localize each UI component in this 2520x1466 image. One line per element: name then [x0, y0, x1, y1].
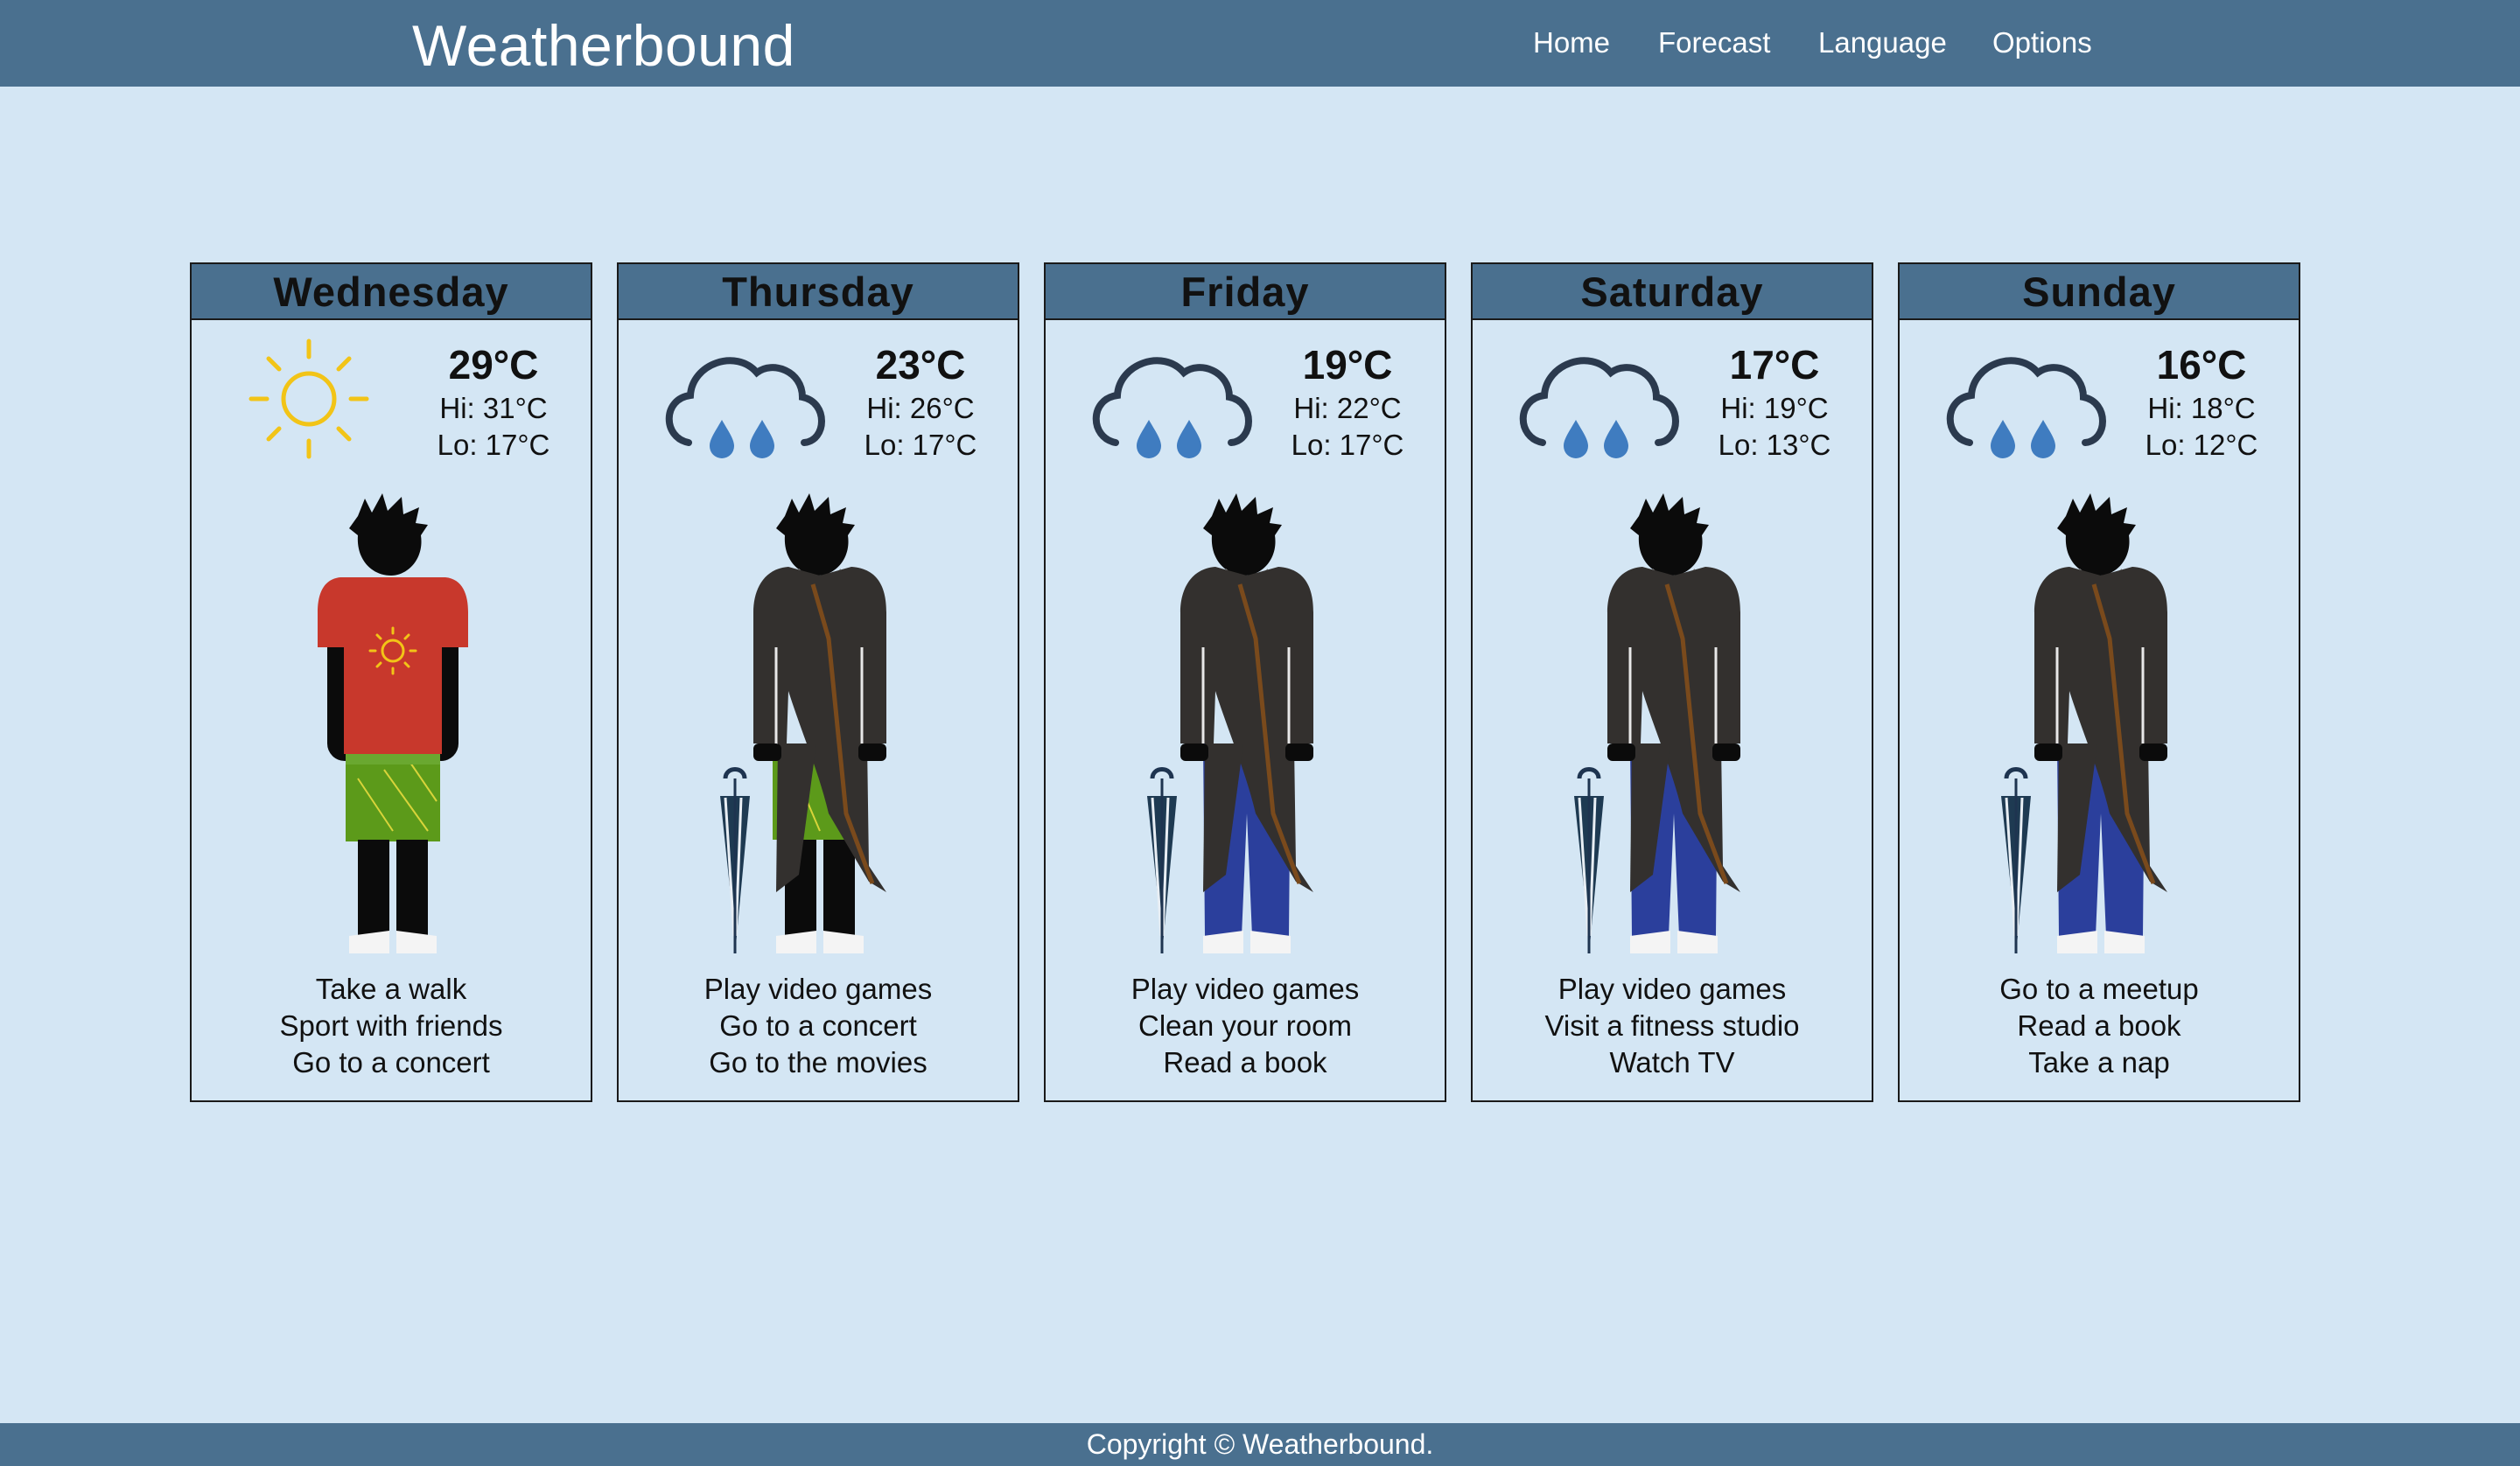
- nav-forecast-link[interactable]: Forecast: [1658, 26, 1770, 59]
- activity-item: Take a nap: [2028, 1046, 2170, 1079]
- day-name: Wednesday: [192, 264, 591, 320]
- day-name: Thursday: [619, 264, 1018, 320]
- rain-cloud-icon: [1938, 334, 2113, 474]
- low-temp: Lo: 17°C: [1291, 429, 1404, 461]
- activity-item: Play video games: [1130, 973, 1360, 1005]
- activity-item: Read a book: [2017, 1009, 2181, 1042]
- sun-icon: [230, 334, 405, 474]
- high-temp: Hi: 26°C: [866, 392, 975, 424]
- outfit-figure-icon: [1569, 481, 1779, 962]
- activity-item: Play video games: [704, 973, 933, 1005]
- top-navbar: Weatherbound Home Forecast Language Opti…: [0, 0, 2520, 87]
- high-temp: Hi: 19°C: [1720, 392, 1829, 424]
- outfit-figure-icon: [1996, 481, 2206, 962]
- rain-cloud-icon: [1084, 334, 1259, 474]
- high-temp: Hi: 18°C: [2147, 392, 2256, 424]
- activity-item: Read a book: [1163, 1046, 1327, 1079]
- activity-item: Take a walk: [315, 973, 467, 1005]
- day-name: Friday: [1046, 264, 1445, 320]
- current-temp: 16°C: [2156, 342, 2247, 387]
- current-temp: 29°C: [448, 342, 539, 387]
- outfit-figure-icon: [1142, 481, 1352, 962]
- high-temp: Hi: 31°C: [439, 392, 548, 424]
- activity-item: Sport with friends: [279, 1009, 503, 1042]
- current-temp: 19°C: [1302, 342, 1393, 387]
- activity-item: Go to a meetup: [1999, 973, 2199, 1005]
- activity-item: Go to a concert: [292, 1046, 490, 1079]
- low-temp: Lo: 12°C: [2145, 429, 2258, 461]
- activity-item: Go to the movies: [709, 1046, 928, 1079]
- activity-item: Clean your room: [1138, 1009, 1352, 1042]
- activity-list: Play video games Visit a fitness studio …: [1473, 971, 1872, 1081]
- nav-language-link[interactable]: Language: [1818, 26, 1947, 59]
- activity-item: Watch TV: [1609, 1046, 1735, 1079]
- activity-item: Go to a concert: [719, 1009, 917, 1042]
- brand-logo[interactable]: Weatherbound: [412, 12, 795, 79]
- day-card-wednesday[interactable]: Wednesday 29°C Hi: 31°C Lo: 17°C Take a …: [190, 262, 592, 1102]
- day-card-sunday[interactable]: Sunday 16°C Hi: 18°C Lo: 12°C Go to a me…: [1898, 262, 2300, 1102]
- outfit-figure-icon: [715, 481, 925, 962]
- low-temp: Lo: 17°C: [437, 429, 550, 461]
- low-temp: Lo: 17°C: [864, 429, 977, 461]
- rain-cloud-icon: [1511, 334, 1686, 474]
- rain-cloud-icon: [657, 334, 832, 474]
- high-temp: Hi: 22°C: [1293, 392, 1402, 424]
- current-temp: 23°C: [875, 342, 966, 387]
- activity-item: Visit a fitness studio: [1544, 1009, 1800, 1042]
- day-name: Sunday: [1900, 264, 2299, 320]
- outfit-figure-icon: [288, 481, 498, 962]
- day-card-saturday[interactable]: Saturday 17°C Hi: 19°C Lo: 13°C Play vid…: [1471, 262, 1873, 1102]
- footer-copyright: Copyright © Weatherbound.: [0, 1423, 2520, 1466]
- low-temp: Lo: 13°C: [1718, 429, 1831, 461]
- day-card-friday[interactable]: Friday 19°C Hi: 22°C Lo: 17°C Play video…: [1044, 262, 1446, 1102]
- current-temp: 17°C: [1729, 342, 1820, 387]
- nav-options-link[interactable]: Options: [1992, 26, 2092, 59]
- day-card-thursday[interactable]: Thursday 23°C Hi: 26°C Lo: 17°C Play vid…: [617, 262, 1019, 1102]
- activity-list: Take a walk Sport with friends Go to a c…: [192, 971, 591, 1081]
- activity-item: Play video games: [1558, 973, 1787, 1005]
- activity-list: Play video games Clean your room Read a …: [1046, 971, 1445, 1081]
- activity-list: Play video games Go to a concert Go to t…: [619, 971, 1018, 1081]
- activity-list: Go to a meetup Read a book Take a nap: [1900, 971, 2299, 1081]
- nav-home-link[interactable]: Home: [1533, 26, 1610, 59]
- day-name: Saturday: [1473, 264, 1872, 320]
